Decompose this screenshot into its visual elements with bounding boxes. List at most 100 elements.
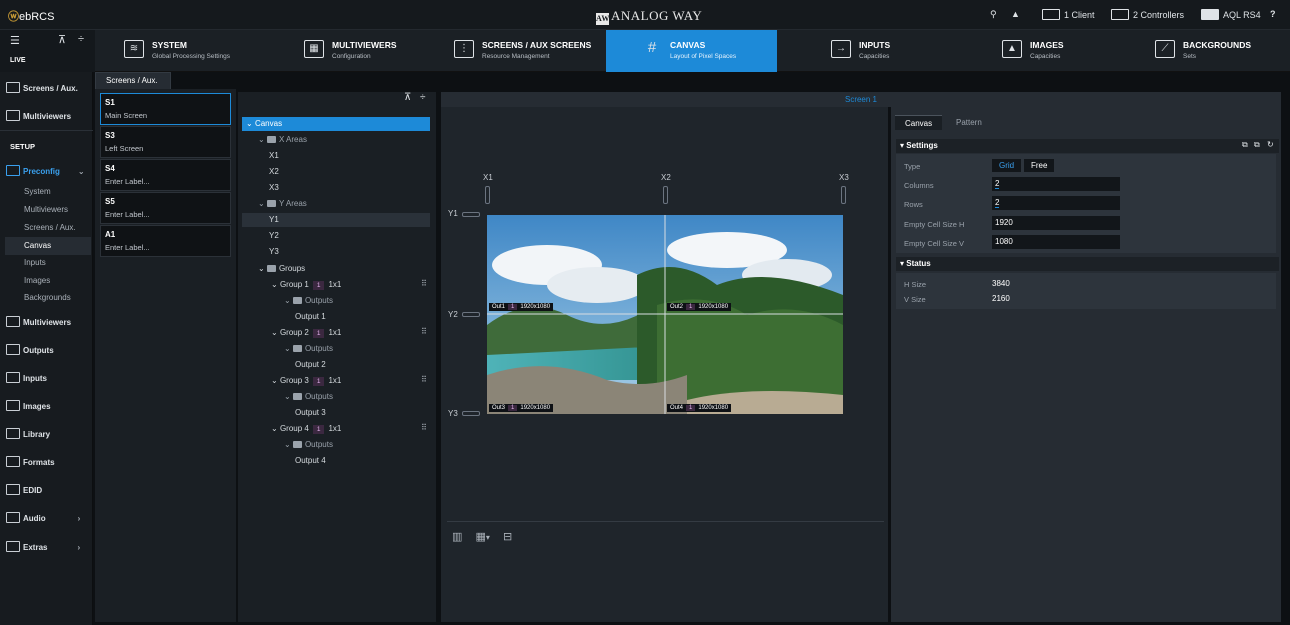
sidebar-item-screens-aux[interactable]: Screens / Aux. bbox=[6, 82, 78, 93]
y2-handle[interactable] bbox=[462, 312, 480, 317]
tree-node-group-3[interactable]: ⌄ Group 3 1 1x1 bbox=[271, 374, 341, 388]
audio-icon bbox=[6, 512, 20, 523]
tree-node-outputs[interactable]: ⌄ Outputs bbox=[284, 390, 333, 404]
x2-handle[interactable] bbox=[663, 186, 668, 204]
sidebar-item-inputs[interactable]: Inputs bbox=[6, 372, 47, 383]
sidebar-item-label: Images bbox=[23, 402, 51, 411]
sidebar-sub-canvas[interactable]: Canvas bbox=[24, 241, 51, 250]
sidebar-sub-system[interactable]: System bbox=[24, 187, 51, 196]
drag-handle-icon[interactable]: ⠿ bbox=[421, 423, 427, 432]
tree-node-output-1[interactable]: Output 1 bbox=[295, 310, 326, 324]
rows-value: 2 bbox=[995, 198, 1000, 208]
tree-node-y2[interactable]: Y2 bbox=[269, 229, 279, 243]
clients-button[interactable]: 1 Client bbox=[1042, 9, 1095, 20]
screen-icon bbox=[6, 82, 20, 93]
settings-section-header[interactable]: ▾ Settings bbox=[896, 139, 1279, 153]
tree-node-output-3[interactable]: Output 3 bbox=[295, 406, 326, 420]
tree-node-output-4[interactable]: Output 4 bbox=[295, 454, 326, 468]
tree-node-output-2[interactable]: Output 2 bbox=[295, 358, 326, 372]
sidebar-item-extras[interactable]: Extras › bbox=[6, 541, 80, 552]
tree-node-y-areas[interactable]: ⌄ Y Areas bbox=[258, 197, 307, 211]
tree-node-y3[interactable]: Y3 bbox=[269, 245, 279, 259]
output-label-out2: Out2 1 1920x1080 bbox=[667, 303, 732, 311]
columns-field[interactable]: 2 bbox=[992, 177, 1120, 191]
y1-handle[interactable] bbox=[462, 212, 480, 217]
screen-card-s5[interactable]: S5 Enter Label... bbox=[100, 192, 231, 224]
type-free-option[interactable]: Free bbox=[1024, 159, 1055, 172]
screen-card-s4[interactable]: S4 Enter Label... bbox=[100, 159, 231, 191]
menu-icon[interactable]: ☰ bbox=[10, 34, 20, 47]
device-button[interactable]: AQL RS4 bbox=[1201, 9, 1261, 20]
sidebar-item-formats[interactable]: Formats bbox=[6, 456, 55, 467]
sidebar-item-outputs[interactable]: Outputs bbox=[6, 344, 54, 355]
canvas-preview[interactable] bbox=[487, 215, 843, 414]
sidebar-sub-multiviewers[interactable]: Multiviewers bbox=[24, 205, 68, 214]
sidebar-item-audio[interactable]: Audio › bbox=[6, 512, 80, 523]
drag-handle-icon[interactable]: ⠿ bbox=[421, 279, 427, 288]
tree-node-x-areas[interactable]: ⌄ X Areas bbox=[258, 133, 307, 147]
paste-icon[interactable]: ⧉ bbox=[1254, 140, 1260, 150]
sidebar-item-images[interactable]: Images bbox=[6, 400, 51, 411]
x1-handle[interactable] bbox=[485, 186, 490, 204]
tree-node-outputs[interactable]: ⌄ Outputs bbox=[284, 438, 333, 452]
canvas-toolbar: ▥ ▦▾ ⊟ bbox=[452, 530, 512, 543]
drag-handle-icon[interactable]: ⠿ bbox=[421, 375, 427, 384]
tree-node-groups[interactable]: ⌄ Groups bbox=[258, 262, 305, 276]
layout-split-icon[interactable]: ▥ bbox=[452, 531, 462, 543]
expand-all-icon[interactable]: ÷ bbox=[420, 92, 426, 103]
sidebar-item-multiviewers-live[interactable]: Multiviewers bbox=[6, 110, 71, 121]
tree-node-outputs[interactable]: ⌄ Outputs bbox=[284, 342, 333, 356]
layout-stack-icon[interactable]: ⊟ bbox=[503, 531, 512, 543]
chevron-down-icon[interactable]: ▾ bbox=[486, 533, 490, 542]
tree-node-group-2[interactable]: ⌄ Group 2 1 1x1 bbox=[271, 326, 341, 340]
screens-tab[interactable]: Screens / Aux. bbox=[95, 72, 171, 89]
screen-card-a1[interactable]: A1 Enter Label... bbox=[100, 225, 231, 257]
canvas-tree: ⊼ ÷ ⌄ Canvas ⌄ X Areas X1 X2 X3 ⌄ Y Area… bbox=[238, 92, 436, 622]
tree-node-outputs[interactable]: ⌄ Outputs bbox=[284, 294, 333, 308]
sidebar-item-edid[interactable]: EDID bbox=[6, 484, 42, 495]
screen-id: S3 bbox=[105, 131, 115, 140]
sidebar-item-library[interactable]: Library bbox=[6, 428, 50, 439]
tab-canvas-props[interactable]: Canvas bbox=[895, 115, 943, 130]
sidebar-sub-inputs[interactable]: Inputs bbox=[24, 258, 46, 267]
tree-node-group-4[interactable]: ⌄ Group 4 1 1x1 bbox=[271, 422, 341, 436]
tree-node-group-1[interactable]: ⌄ Group 1 1 1x1 bbox=[271, 278, 341, 292]
tree-node-canvas[interactable]: ⌄ Canvas bbox=[242, 117, 430, 131]
collapse-icon[interactable]: ⊼ bbox=[58, 33, 66, 46]
x3-handle[interactable] bbox=[841, 186, 846, 204]
copy-icon[interactable]: ⧉ bbox=[1242, 140, 1248, 150]
layout-grid-icon[interactable]: ▦ bbox=[475, 531, 485, 543]
reset-icon[interactable]: ↻ bbox=[1267, 140, 1274, 149]
sidebar-sub-backgrounds[interactable]: Backgrounds bbox=[24, 293, 71, 302]
screen-card-s3[interactable]: S3 Left Screen bbox=[100, 126, 231, 158]
output-resolution: 1920x1080 bbox=[520, 405, 551, 411]
sidebar-sub-screens[interactable]: Screens / Aux. bbox=[24, 223, 76, 232]
type-grid-option[interactable]: Grid bbox=[992, 159, 1022, 172]
controllers-button[interactable]: 2 Controllers bbox=[1111, 9, 1184, 20]
tree-node-x3[interactable]: X3 bbox=[269, 181, 279, 195]
empty-cell-h-field[interactable]: 1920 bbox=[992, 216, 1120, 230]
screen-icon: ⋮ bbox=[454, 40, 474, 58]
empty-cell-v-field[interactable]: 1080 bbox=[992, 235, 1120, 249]
rows-field[interactable]: 2 bbox=[992, 196, 1120, 210]
tab-pattern[interactable]: Pattern bbox=[946, 115, 992, 130]
sidebar-sub-images[interactable]: Images bbox=[24, 276, 50, 285]
output-resolution: 1920x1080 bbox=[520, 304, 551, 310]
tree-label: Outputs bbox=[304, 344, 333, 353]
help-icon[interactable]: ? bbox=[1270, 9, 1276, 19]
status-section-header[interactable]: ▾ Status bbox=[896, 257, 1279, 271]
expand-icon[interactable]: ÷ bbox=[78, 33, 84, 45]
y3-handle[interactable] bbox=[462, 411, 480, 416]
tree-node-x2[interactable]: X2 bbox=[269, 165, 279, 179]
drag-handle-icon[interactable]: ⠿ bbox=[421, 327, 427, 336]
library-icon bbox=[6, 428, 20, 439]
bell-icon[interactable]: ▲ bbox=[1011, 9, 1020, 19]
screen-card-s1[interactable]: S1 Main Screen bbox=[100, 93, 231, 125]
multiviewer-icon bbox=[6, 110, 20, 121]
search-icon[interactable]: ⚲ bbox=[990, 9, 997, 20]
tree-node-x1[interactable]: X1 bbox=[269, 149, 279, 163]
collapse-all-icon[interactable]: ⊼ bbox=[404, 92, 411, 103]
sidebar-item-preconfig[interactable]: Preconfig ⌄ bbox=[6, 165, 85, 176]
tree-node-y1[interactable]: Y1 bbox=[242, 213, 430, 227]
sidebar-item-multiviewers[interactable]: Multiviewers bbox=[6, 316, 71, 327]
